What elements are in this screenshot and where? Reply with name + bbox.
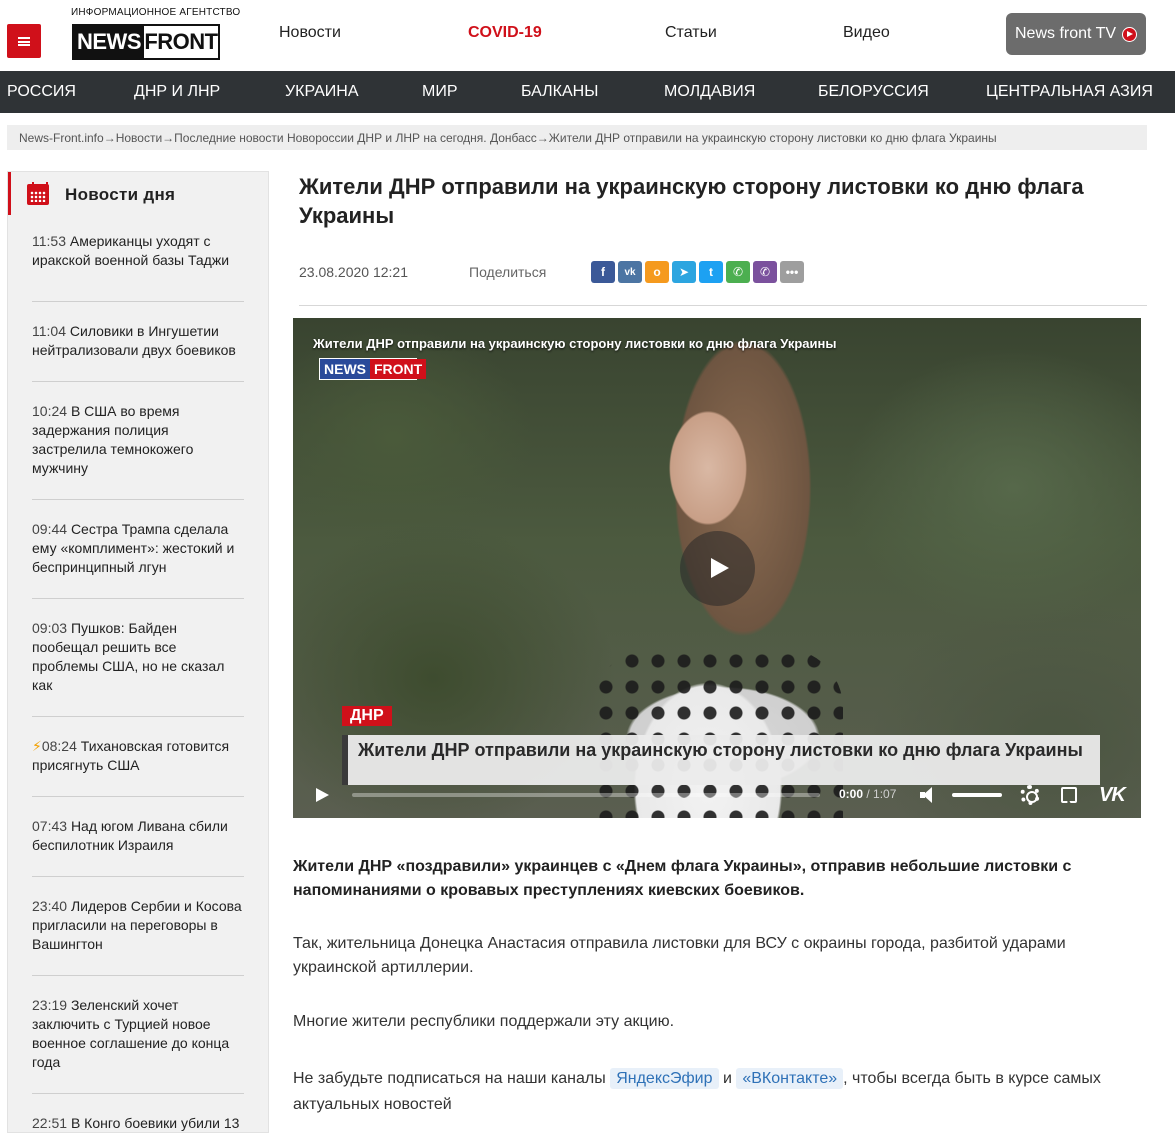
twitter-icon[interactable]: t bbox=[699, 261, 723, 283]
category-ukraine[interactable]: УКРАИНА bbox=[285, 83, 358, 101]
duration: / 1:07 bbox=[866, 787, 897, 801]
volume-slider[interactable] bbox=[952, 793, 1002, 797]
news-time: 07:43 bbox=[32, 818, 68, 834]
sidebar-header: Новости дня bbox=[8, 172, 268, 215]
play-button-icon[interactable] bbox=[316, 788, 329, 802]
progress-bar[interactable] bbox=[352, 793, 820, 797]
sidebar-title: Новости дня bbox=[65, 185, 176, 204]
list-item[interactable]: 09:44 Сестра Трампа сделала ему «комплим… bbox=[32, 500, 244, 599]
site-logo[interactable]: ИНФОРМАЦИОННОЕ АГЕНТСТВО NEWS FRONT bbox=[71, 7, 241, 61]
video-player[interactable]: Жители ДНР отправили на украинскую сторо… bbox=[293, 318, 1141, 818]
news-front-tv-button[interactable]: News front TV bbox=[1006, 13, 1146, 55]
vk-icon[interactable]: vk bbox=[618, 261, 642, 283]
article-date: 23.08.2020 12:21 bbox=[299, 264, 408, 280]
volume-icon[interactable] bbox=[920, 787, 938, 803]
subscribe-paragraph: Не забудьте подписаться на наши каналы Я… bbox=[293, 1066, 1113, 1118]
fullscreen-icon[interactable] bbox=[1061, 787, 1077, 803]
video-time: 0:00 / 1:07 bbox=[839, 787, 896, 801]
breadcrumb[interactable]: News-Front.info→Новости→Последние новост… bbox=[7, 125, 1147, 150]
nav-covid[interactable]: COVID-19 bbox=[468, 24, 542, 42]
video-caption: Жители ДНР отправили на украинскую сторо… bbox=[342, 735, 1100, 785]
hamburger-icon bbox=[18, 36, 30, 46]
news-time: 22:51 bbox=[32, 1115, 68, 1131]
list-item[interactable]: 11:53 Американцы уходят с иракской военн… bbox=[32, 232, 244, 302]
odnoklassniki-icon[interactable]: о bbox=[645, 261, 669, 283]
video-channel-logo: NEWS FRONT bbox=[319, 358, 427, 380]
logo-box: NEWS FRONT bbox=[72, 24, 220, 60]
category-russia[interactable]: РОССИЯ bbox=[7, 83, 76, 101]
more-icon[interactable]: ••• bbox=[780, 261, 804, 283]
article-title: Жители ДНР отправили на украинскую сторо… bbox=[299, 174, 1084, 228]
list-item[interactable]: 22:51 В Конго боевики убили 13 bbox=[32, 1094, 244, 1132]
nav-news[interactable]: Новости bbox=[279, 24, 341, 42]
yandex-efir-link[interactable]: ЯндексЭфир bbox=[610, 1068, 719, 1089]
calendar-icon bbox=[27, 182, 49, 205]
vk-logo-icon[interactable]: VK bbox=[1099, 784, 1126, 807]
category-belarus[interactable]: БЕЛОРУССИЯ bbox=[818, 83, 929, 101]
list-item[interactable]: ⚡08:24 Тихановская готовится присягнуть … bbox=[32, 717, 244, 797]
news-time: 10:24 bbox=[32, 403, 68, 419]
menu-button[interactable] bbox=[7, 24, 41, 58]
site-header: ИНФОРМАЦИОННОЕ АГЕНТСТВО NEWS FRONT Ново… bbox=[0, 0, 1175, 71]
category-moldova[interactable]: МОЛДАВИЯ bbox=[664, 83, 755, 101]
news-time: 11:04 bbox=[32, 323, 66, 339]
play-circle-icon bbox=[1122, 27, 1137, 42]
play-icon[interactable] bbox=[680, 531, 755, 606]
article-lead: Жители ДНР «поздравили» украинцев с «Дне… bbox=[293, 858, 1072, 899]
logo-tagline: ИНФОРМАЦИОННОЕ АГЕНТСТВО bbox=[71, 7, 241, 18]
news-time: 23:40 bbox=[32, 898, 68, 914]
list-item[interactable]: 11:04 Силовики в Ингушетии нейтрализовал… bbox=[32, 302, 244, 382]
nav-video[interactable]: Видео bbox=[843, 24, 890, 42]
news-headline[interactable]: В Конго боевики убили 13 bbox=[71, 1115, 240, 1131]
vkontakte-link[interactable]: «ВКонтакте» bbox=[736, 1068, 844, 1089]
nav-articles[interactable]: Статьи bbox=[665, 24, 717, 42]
share-label: Поделиться bbox=[469, 264, 547, 280]
video-logo-front: FRONT bbox=[370, 359, 427, 379]
category-world[interactable]: МИР bbox=[422, 83, 458, 101]
video-region-tag: ДНР bbox=[342, 706, 392, 726]
news-time: 09:44 bbox=[32, 521, 68, 537]
whatsapp-icon[interactable]: ✆ bbox=[726, 261, 750, 283]
list-item[interactable]: 23:40 Лидеров Сербии и Косова пригласили… bbox=[32, 877, 244, 976]
news-time: 08:24 bbox=[41, 738, 77, 754]
tv-button-label: News front TV bbox=[1015, 25, 1117, 42]
divider bbox=[299, 305, 1147, 306]
news-of-day-sidebar: Новости дня 11:53 Американцы уходят с ир… bbox=[7, 171, 269, 1133]
list-item[interactable]: 07:43 Над югом Ливана сбили беспилотник … bbox=[32, 797, 244, 877]
news-time: 09:03 bbox=[32, 620, 68, 636]
logo-front: FRONT bbox=[144, 29, 218, 54]
news-list: 11:53 Американцы уходят с иракской военн… bbox=[32, 232, 244, 1132]
gear-icon[interactable] bbox=[1020, 785, 1040, 805]
subscribe-text: Не забудьте подписаться на наши каналы bbox=[293, 1070, 611, 1087]
video-title[interactable]: Жители ДНР отправили на украинскую сторо… bbox=[313, 336, 837, 351]
logo-news: NEWS bbox=[74, 26, 144, 58]
share-buttons: f vk о ➤ t ✆ ✆ ••• bbox=[591, 261, 804, 283]
facebook-icon[interactable]: f bbox=[591, 261, 615, 283]
article-paragraph: Так, жительница Донецка Анастасия отправ… bbox=[293, 935, 1066, 976]
list-item[interactable]: 23:19 Зеленский хочет заключить с Турцие… bbox=[32, 976, 244, 1094]
subscribe-and: и bbox=[718, 1070, 737, 1087]
list-item[interactable]: 09:03 Пушков: Байден пообещал решить все… bbox=[32, 599, 244, 717]
video-logo-news: NEWS bbox=[320, 359, 370, 379]
list-item[interactable]: 10:24 В США во время задержания полиция … bbox=[32, 382, 244, 500]
news-time: 23:19 bbox=[32, 997, 68, 1013]
article-paragraph: Многие жители республики поддержали эту … bbox=[293, 1013, 675, 1030]
telegram-icon[interactable]: ➤ bbox=[672, 261, 696, 283]
category-central-asia[interactable]: ЦЕНТРАЛЬНАЯ АЗИЯ bbox=[986, 83, 1153, 101]
category-balkans[interactable]: БАЛКАНЫ bbox=[521, 83, 598, 101]
category-dnr-lnr[interactable]: ДНР И ЛНР bbox=[134, 83, 220, 101]
lightning-icon: ⚡ bbox=[32, 738, 42, 754]
viber-icon[interactable]: ✆ bbox=[753, 261, 777, 283]
news-time: 11:53 bbox=[32, 233, 66, 249]
current-time: 0:00 bbox=[839, 787, 864, 801]
category-nav: РОССИЯ ДНР И ЛНР УКРАИНА МИР БАЛКАНЫ МОЛ… bbox=[0, 71, 1175, 113]
